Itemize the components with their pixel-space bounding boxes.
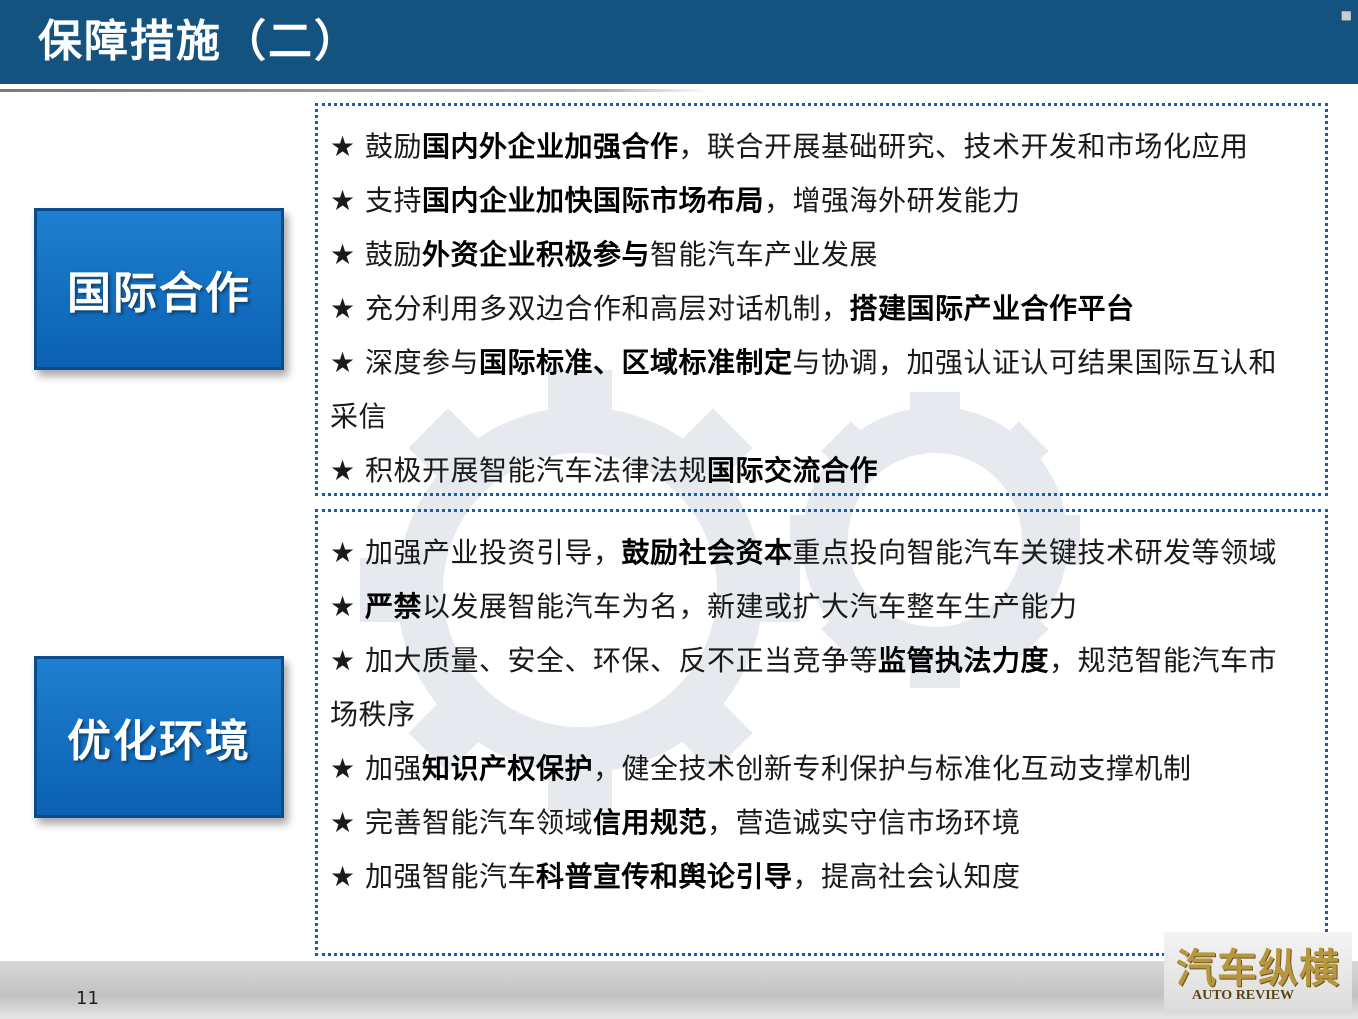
- emphasis-text: 鼓励社会资本: [621, 536, 793, 569]
- brand-logo: 汽车纵横 AUTO REVIEW: [1164, 932, 1352, 1010]
- item-text: ★: [330, 590, 366, 623]
- list-item: ★ 支持国内企业加快国际市场布局，增强海外研发能力: [330, 174, 1301, 228]
- item-text: 以发展智能汽车为名，新建或扩大汽车整车生产能力: [422, 590, 1078, 623]
- footer-bar: [0, 961, 1358, 1019]
- optimize-environment-panel: ★ 加强产业投资引导，鼓励社会资本重点投向智能汽车关键技术研发等领域 ★ 严禁以发…: [315, 509, 1328, 956]
- list-item: ★ 鼓励外资企业积极参与智能汽车产业发展: [330, 228, 1301, 282]
- emphasis-text: 知识产权保护: [422, 752, 594, 785]
- item-text: ，增强海外研发能力: [764, 184, 1021, 217]
- list-item: ★ 深度参与国际标准、区域标准制定与协调，加强认证认可结果国际互认和采信: [330, 336, 1301, 444]
- list-item: ★ 鼓励国内外企业加强合作，联合开展基础研究、技术开发和市场化应用: [330, 120, 1301, 174]
- intl-cooperation-label: 国际合作: [67, 268, 251, 319]
- item-text: 智能汽车产业发展: [650, 238, 879, 271]
- list-item: ★ 积极开展智能汽车法律法规国际交流合作: [330, 444, 1301, 498]
- optimize-environment-label: 优化环境: [67, 716, 251, 767]
- item-text: ，提高社会认知度: [792, 860, 1021, 893]
- corner-mark-icon: ■: [1340, 8, 1352, 22]
- item-text: ★ 支持: [330, 184, 423, 217]
- emphasis-text: 国际标准、区域标准制定: [479, 346, 793, 379]
- item-text: ，联合开展基础研究、技术开发和市场化应用: [678, 130, 1249, 163]
- list-item: ★ 加强知识产权保护，健全技术创新专利保护与标准化互动支撑机制: [330, 742, 1301, 796]
- list-item: ★ 完善智能汽车领域信用规范，营造诚实守信市场环境: [330, 796, 1301, 850]
- item-text: ★ 完善智能汽车领域: [330, 806, 594, 839]
- list-item: ★ 充分利用多双边合作和高层对话机制，搭建国际产业合作平台: [330, 282, 1301, 336]
- page-number: 11: [76, 988, 99, 1009]
- emphasis-text: 国际交流合作: [707, 454, 879, 487]
- item-text: ★ 鼓励: [330, 238, 423, 271]
- item-text: ★ 鼓励: [330, 130, 423, 163]
- list-item: ★ 加大质量、安全、环保、反不正当竞争等监管执法力度，规范智能汽车市场秩序: [330, 634, 1301, 742]
- item-text: ★ 加强产业投资引导，: [330, 536, 622, 569]
- list-item: ★ 严禁以发展智能汽车为名，新建或扩大汽车整车生产能力: [330, 580, 1301, 634]
- emphasis-text: 国内外企业加强合作: [422, 130, 679, 163]
- emphasis-text: 搭建国际产业合作平台: [849, 292, 1135, 325]
- item-text: ★ 加强: [330, 752, 423, 785]
- emphasis-text: 国内企业加快国际市场布局: [422, 184, 765, 217]
- optimize-environment-list: ★ 加强产业投资引导，鼓励社会资本重点投向智能汽车关键技术研发等领域 ★ 严禁以发…: [318, 512, 1325, 904]
- page-title: 保障措施（二）: [38, 16, 360, 67]
- item-text: 重点投向智能汽车关键技术研发等领域: [792, 536, 1278, 569]
- list-item: ★ 加强产业投资引导，鼓励社会资本重点投向智能汽车关键技术研发等领域: [330, 526, 1301, 580]
- item-text: ★ 充分利用多双边合作和高层对话机制，: [330, 292, 850, 325]
- emphasis-text: 外资企业积极参与: [422, 238, 651, 271]
- logo-sub-text: AUTO REVIEW: [1192, 988, 1295, 1003]
- item-text: ★ 深度参与: [330, 346, 480, 379]
- item-text: ★ 加大质量、安全、环保、反不正当竞争等: [330, 644, 879, 677]
- item-text: ★ 加强智能汽车: [330, 860, 537, 893]
- item-text: ，营造诚实守信市场环境: [707, 806, 1021, 839]
- intl-cooperation-panel: ★ 鼓励国内外企业加强合作，联合开展基础研究、技术开发和市场化应用 ★ 支持国内企…: [315, 103, 1328, 496]
- optimize-environment-button[interactable]: 优化环境: [34, 656, 284, 818]
- logo-main-text: 汽车纵横: [1176, 946, 1340, 992]
- item-text: ，健全技术创新专利保护与标准化互动支撑机制: [593, 752, 1192, 785]
- list-item: ★ 加强智能汽车科普宣传和舆论引导，提高社会认知度: [330, 850, 1301, 904]
- intl-cooperation-button[interactable]: 国际合作: [34, 208, 284, 370]
- title-underline: [0, 89, 710, 92]
- emphasis-text: 监管执法力度: [878, 644, 1050, 677]
- intl-cooperation-list: ★ 鼓励国内外企业加强合作，联合开展基础研究、技术开发和市场化应用 ★ 支持国内企…: [318, 106, 1325, 498]
- header-bar: 保障措施（二）: [0, 0, 1358, 84]
- item-text: ★ 积极开展智能汽车法律法规: [330, 454, 708, 487]
- emphasis-text: 严禁: [365, 590, 423, 623]
- emphasis-text: 科普宣传和舆论引导: [536, 860, 793, 893]
- emphasis-text: 信用规范: [593, 806, 708, 839]
